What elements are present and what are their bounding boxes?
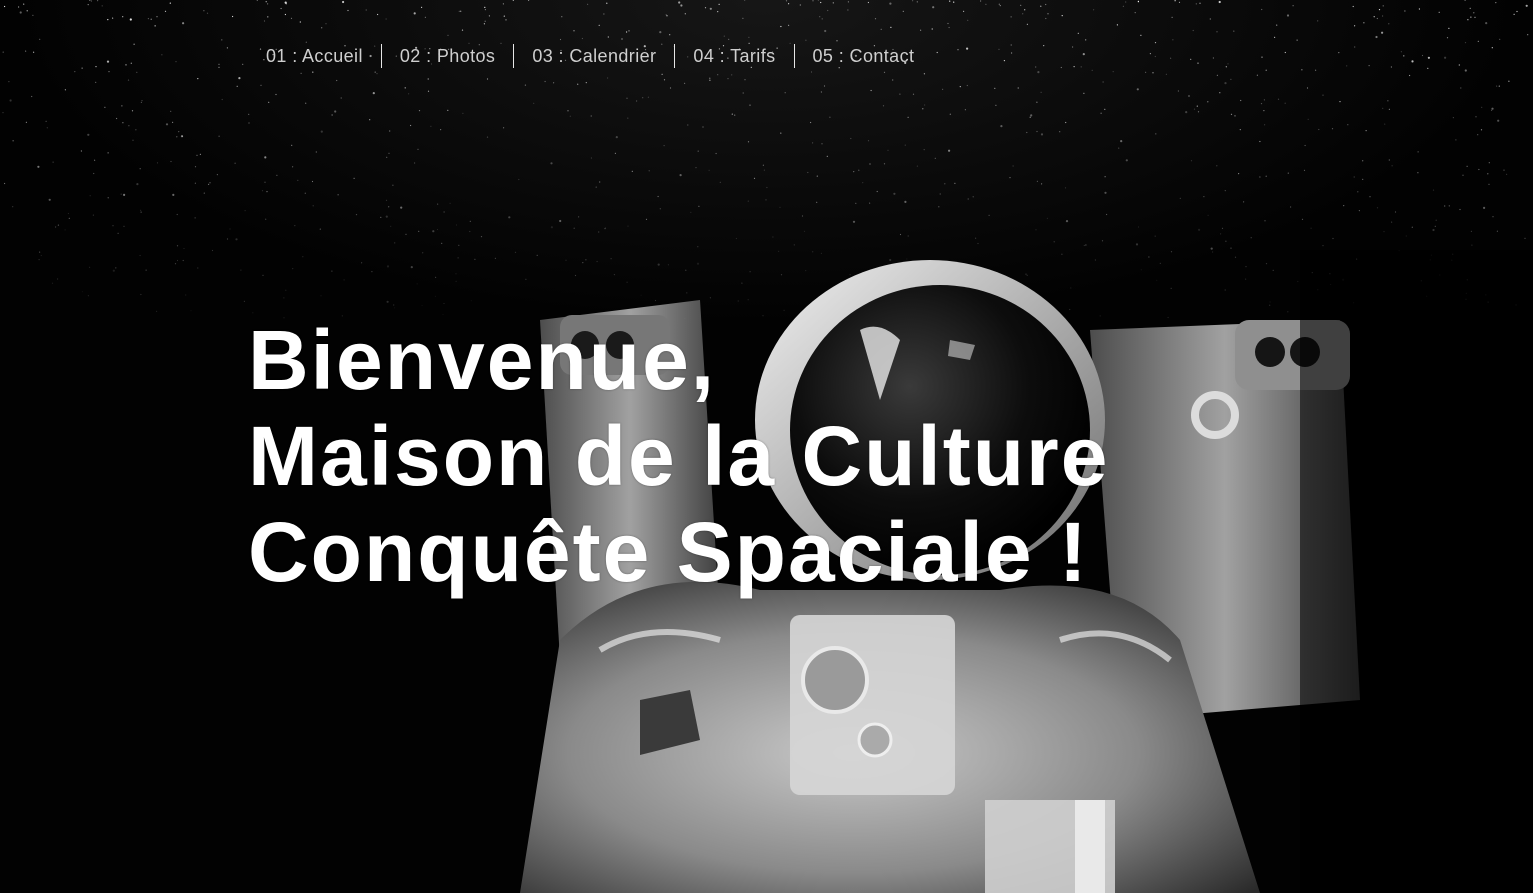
hero-title: Bienvenue, Maison de la Culture Conquête… bbox=[248, 312, 1109, 600]
nav-item-contact[interactable]: 05 : Contact bbox=[793, 44, 933, 68]
hero-line-conquete: Conquête Spaciale ! bbox=[248, 505, 1089, 599]
nav-item-tarifs[interactable]: 04 : Tarifs bbox=[674, 44, 793, 68]
nav-item-accueil[interactable]: 01 : Accueil bbox=[248, 44, 381, 68]
nav-item-calendrier[interactable]: 03 : Calendrier bbox=[513, 44, 674, 68]
nav-item-photos[interactable]: 02 : Photos bbox=[380, 44, 513, 68]
hero-line-welcome: Bienvenue, bbox=[248, 313, 717, 407]
main-nav: 01 : Accueil 02 : Photos 03 : Calendrier… bbox=[248, 44, 932, 68]
hero-line-maison: Maison de la Culture bbox=[248, 409, 1110, 503]
page: 01 : Accueil 02 : Photos 03 : Calendrier… bbox=[0, 0, 1533, 893]
